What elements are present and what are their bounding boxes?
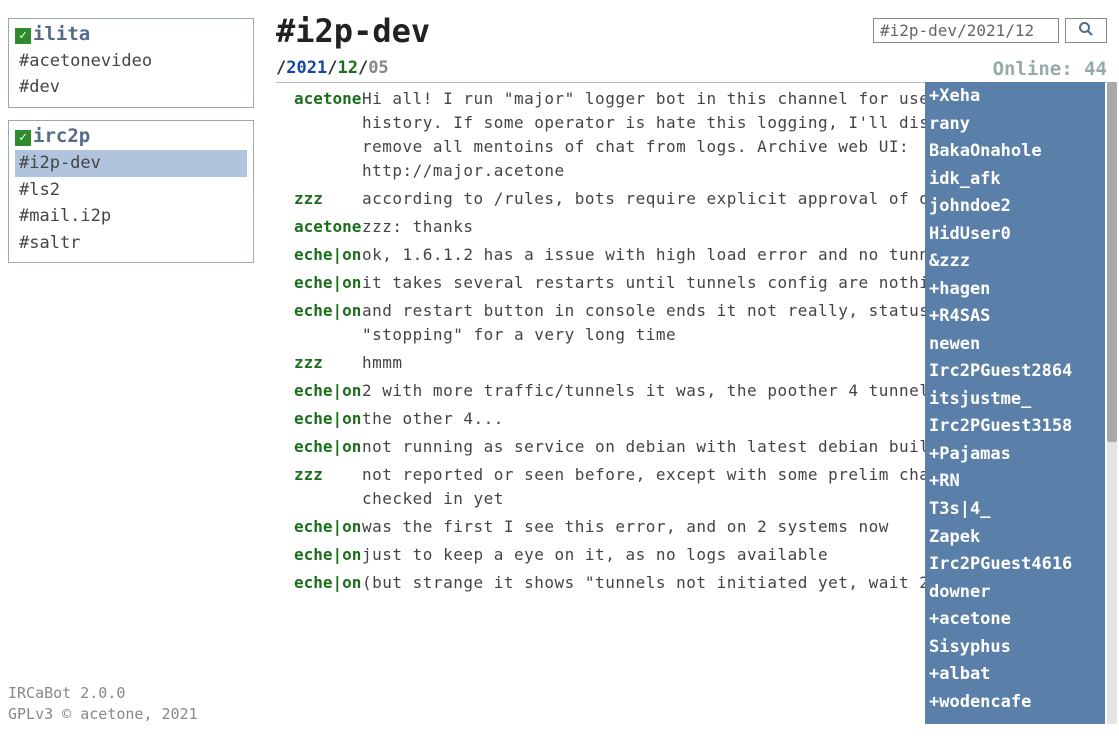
user-item[interactable]: idk_afk bbox=[929, 166, 1101, 194]
user-item[interactable]: BakaOnahole bbox=[929, 138, 1101, 166]
license-line: GPLv3 © acetone, 2021 bbox=[8, 704, 198, 726]
network-title: ✓ilita bbox=[15, 23, 247, 46]
message-nick: zzz bbox=[280, 187, 362, 211]
user-item[interactable]: +albat bbox=[929, 661, 1101, 689]
user-item[interactable]: Sisyphus bbox=[929, 634, 1101, 662]
user-item[interactable]: Irc2PGuest4616 bbox=[929, 551, 1101, 579]
message-nick: acetone bbox=[280, 87, 362, 111]
message-nick: eche|on bbox=[280, 299, 362, 323]
user-item[interactable]: rany bbox=[929, 111, 1101, 139]
user-item[interactable]: Zapek bbox=[929, 524, 1101, 552]
check-icon: ✓ bbox=[15, 28, 31, 44]
check-icon: ✓ bbox=[15, 130, 31, 146]
user-item[interactable]: itsjustme_ bbox=[929, 386, 1101, 414]
channel-item[interactable]: #dev bbox=[15, 74, 247, 101]
crumb-year[interactable]: 2021 bbox=[286, 58, 327, 78]
message-nick: eche|on bbox=[280, 515, 362, 539]
search-group bbox=[873, 18, 1107, 43]
channel-list: #acetonevideo#dev bbox=[15, 48, 247, 101]
channel-item[interactable]: #saltr bbox=[15, 230, 247, 257]
channel-item[interactable]: #mail.i2p bbox=[15, 203, 247, 230]
channel-list: #i2p-dev#ls2#mail.i2p#saltr bbox=[15, 150, 247, 257]
user-item[interactable]: HidUser0 bbox=[929, 221, 1101, 249]
footer: IRCaBot 2.0.0 GPLv3 © acetone, 2021 bbox=[8, 683, 198, 727]
channel-item[interactable]: #ls2 bbox=[15, 177, 247, 204]
user-item[interactable]: +Pajamas bbox=[929, 441, 1101, 469]
app-version: IRCaBot 2.0.0 bbox=[8, 683, 198, 705]
message-nick: zzz bbox=[280, 463, 362, 487]
topbar: #i2p-dev bbox=[276, 12, 1107, 50]
user-item[interactable]: downer bbox=[929, 579, 1101, 607]
scrollbar[interactable] bbox=[1107, 82, 1117, 724]
channel-item[interactable]: #i2p-dev bbox=[15, 150, 247, 177]
user-item[interactable]: +Xeha bbox=[929, 83, 1101, 111]
message-nick: eche|on bbox=[280, 543, 362, 567]
user-item[interactable]: newen bbox=[929, 331, 1101, 359]
message-nick: eche|on bbox=[280, 407, 362, 431]
network-panel: ✓ilita#acetonevideo#dev bbox=[8, 18, 254, 108]
network-panel: ✓irc2p#i2p-dev#ls2#mail.i2p#saltr bbox=[8, 120, 254, 263]
user-item[interactable]: &zzz bbox=[929, 248, 1101, 276]
user-list: +XeharanyBakaOnaholeidk_afkjohndoe2HidUs… bbox=[925, 82, 1105, 724]
message-nick: eche|on bbox=[280, 379, 362, 403]
sidebar: ✓ilita#acetonevideo#dev ✓irc2p#i2p-dev#ls… bbox=[8, 18, 254, 275]
date-breadcrumb: /2021/12/05 bbox=[276, 58, 389, 78]
message-nick: acetone bbox=[280, 215, 362, 239]
message-nick: eche|on bbox=[280, 271, 362, 295]
user-item[interactable]: +hagen bbox=[929, 276, 1101, 304]
message-nick: zzz bbox=[280, 351, 362, 375]
user-item[interactable]: +R4SAS bbox=[929, 303, 1101, 331]
user-item[interactable]: johndoe2 bbox=[929, 193, 1101, 221]
user-item[interactable]: Irc2PGuest2864 bbox=[929, 358, 1101, 386]
user-item[interactable]: Irc2PGuest3158 bbox=[929, 413, 1101, 441]
search-icon bbox=[1078, 24, 1094, 41]
search-input[interactable] bbox=[873, 18, 1059, 43]
user-item[interactable]: +wodencafe bbox=[929, 689, 1101, 717]
user-item[interactable]: T3s|4_ bbox=[929, 496, 1101, 524]
user-item[interactable]: +acetone bbox=[929, 606, 1101, 634]
channel-item[interactable]: #acetonevideo bbox=[15, 48, 247, 75]
message-nick: eche|on bbox=[280, 571, 362, 595]
message-nick: eche|on bbox=[280, 243, 362, 267]
network-title: ✓irc2p bbox=[15, 125, 247, 148]
crumb-day: 05 bbox=[368, 58, 388, 78]
scrollbar-thumb[interactable] bbox=[1107, 82, 1117, 442]
online-counter: Online: 44 bbox=[993, 58, 1107, 80]
search-button[interactable] bbox=[1065, 18, 1107, 43]
message-nick: eche|on bbox=[280, 435, 362, 459]
crumb-month[interactable]: 12 bbox=[337, 58, 357, 78]
user-item[interactable]: +RN bbox=[929, 468, 1101, 496]
